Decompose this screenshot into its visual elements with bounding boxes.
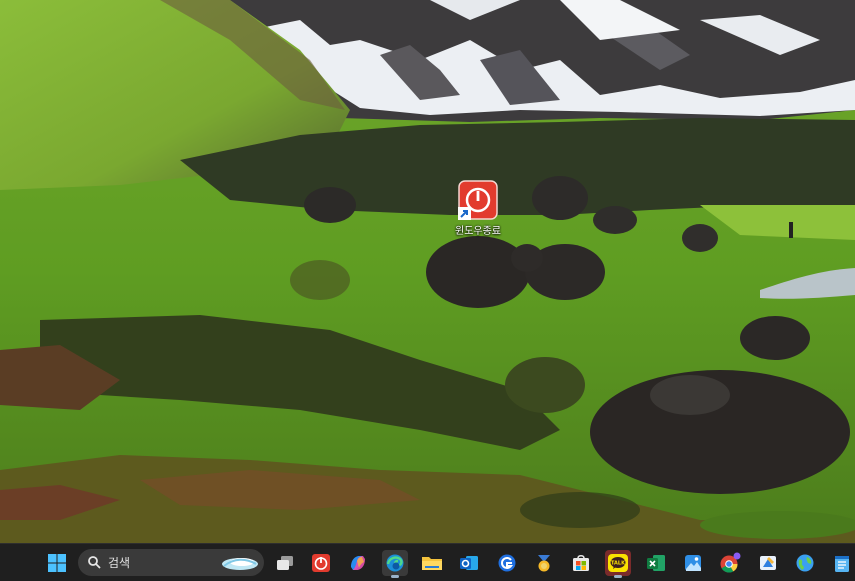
shutdown-app-button[interactable] [308, 550, 334, 576]
search-icon [88, 556, 101, 569]
chrome-icon [720, 552, 741, 573]
paint-button[interactable] [755, 550, 781, 576]
search-label: 검색 [108, 556, 131, 570]
chrome-button[interactable] [717, 550, 743, 576]
task-view-icon [277, 556, 293, 570]
g-app-icon [498, 554, 516, 572]
outlook-icon [460, 556, 478, 570]
notepad-button[interactable] [829, 550, 855, 576]
copilot-icon [351, 556, 365, 570]
power-icon [312, 554, 330, 572]
desktop-shortcut-shutdown[interactable]: 윈도우종료 [449, 180, 507, 237]
excel-button[interactable] [643, 550, 669, 576]
folder-icon [422, 557, 442, 570]
edge-button[interactable] [382, 550, 408, 578]
edge-icon [386, 554, 404, 572]
power-shortcut-icon [458, 180, 498, 220]
copilot-button[interactable] [345, 550, 371, 576]
kakaotalk-badge-text: TALK [611, 561, 626, 567]
kakaotalk-icon: TALK [608, 554, 628, 572]
notepad-icon [835, 556, 849, 572]
search-highlight-image [222, 558, 258, 570]
store-icon [573, 554, 589, 571]
outlook-button[interactable] [456, 550, 482, 576]
medal-icon [538, 555, 550, 572]
medal-app-button[interactable] [531, 550, 557, 576]
desktop-icon-label: 윈도우종료 [455, 226, 501, 237]
landscape-wallpaper [0, 0, 855, 543]
windows-logo-icon [48, 554, 66, 572]
desktop: 윈도우종료 [0, 0, 855, 543]
photos-button[interactable] [680, 550, 706, 576]
start-button[interactable] [44, 550, 70, 576]
g-app-button[interactable] [494, 550, 520, 576]
globe-icon [796, 554, 814, 572]
excel-icon [647, 555, 665, 571]
taskbar-search-box[interactable]: 검색 [78, 549, 264, 576]
paint-icon [760, 556, 776, 570]
kakaotalk-button[interactable]: TALK [605, 550, 631, 578]
file-explorer-button[interactable] [419, 550, 445, 576]
taskbar: 검색 TALK [0, 543, 855, 581]
store-button[interactable] [568, 550, 594, 576]
photos-icon [685, 555, 701, 571]
task-view-button[interactable] [272, 550, 298, 576]
maps-button[interactable] [792, 550, 818, 576]
